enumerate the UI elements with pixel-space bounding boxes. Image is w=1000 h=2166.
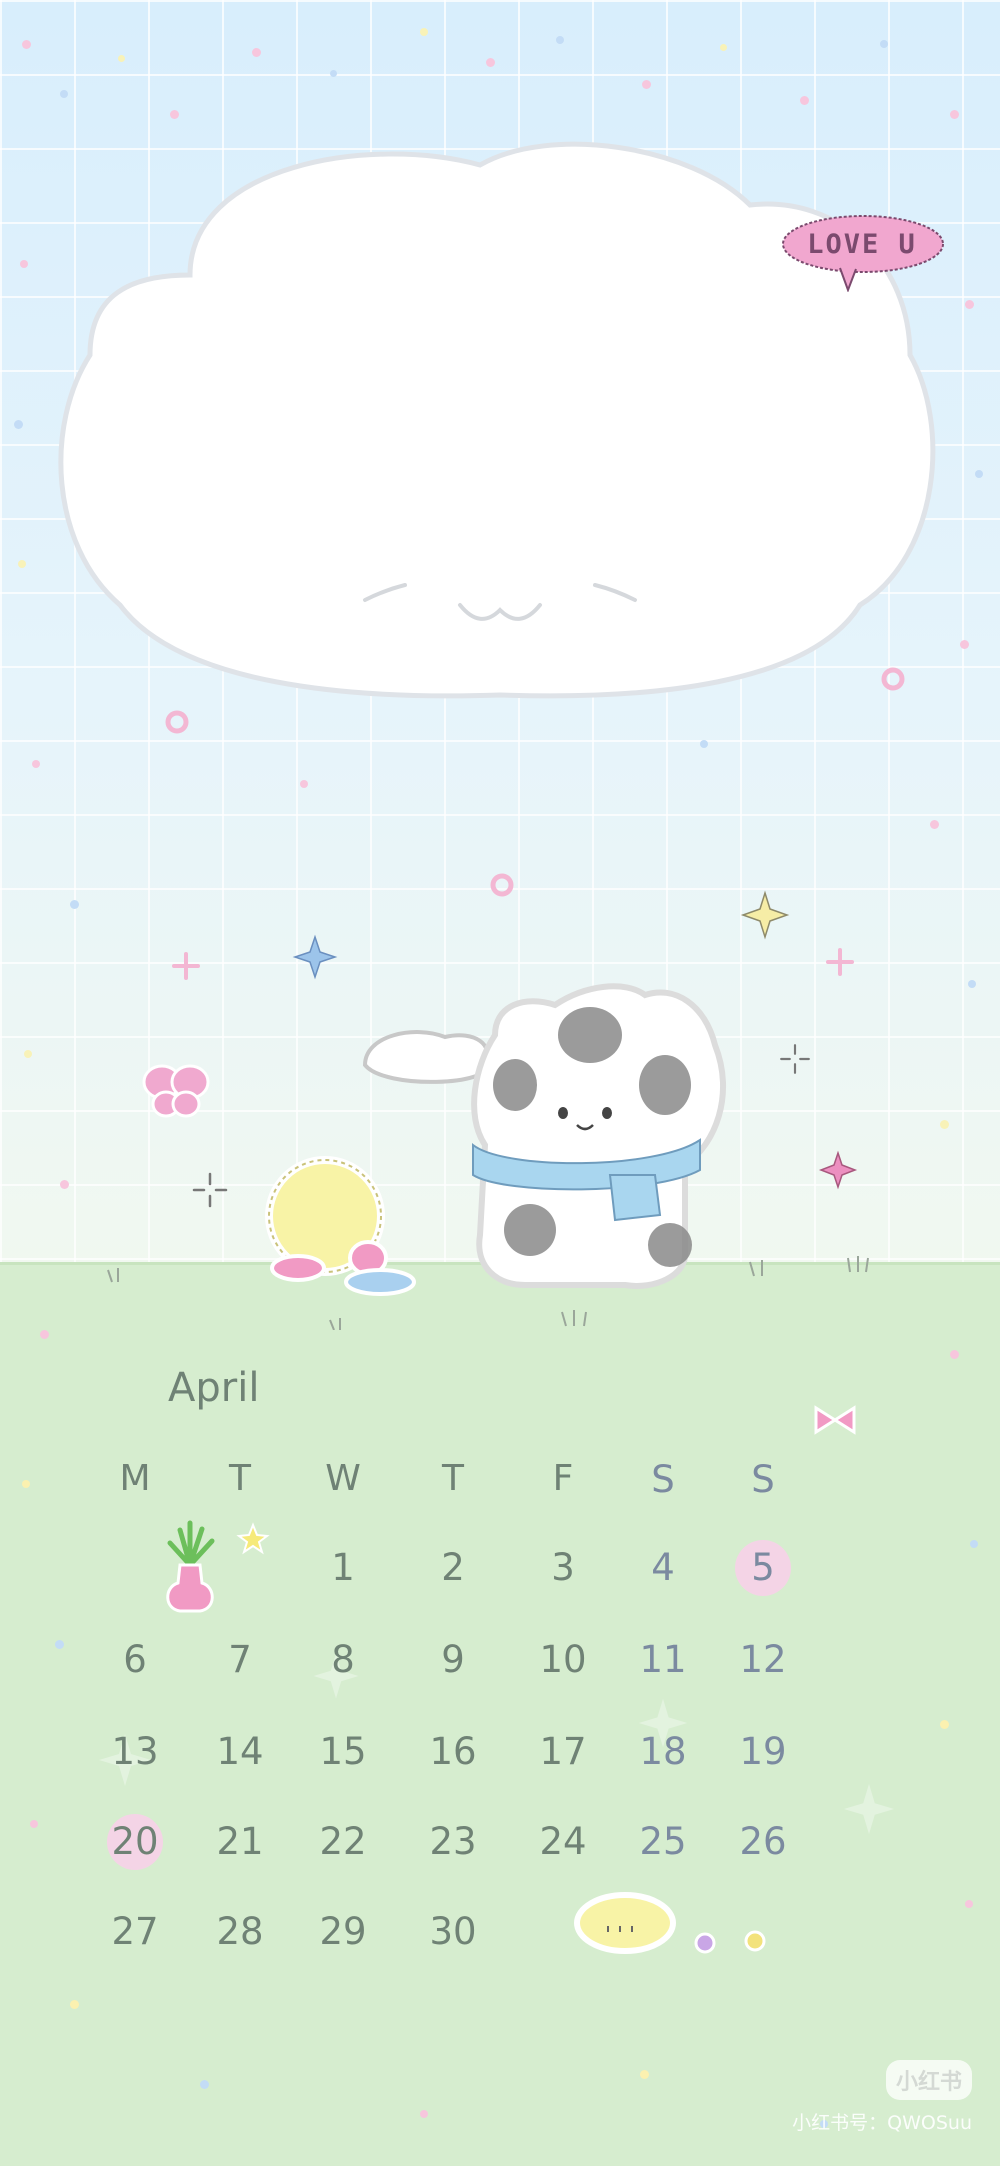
calendar-day[interactable]: 11 [613, 1630, 713, 1690]
calendar-day[interactable]: 21 [190, 1812, 290, 1872]
blue-star-icon [292, 934, 338, 980]
calendar-day[interactable]: 22 [293, 1812, 393, 1872]
calendar-day[interactable]: 25 [613, 1812, 713, 1872]
purple-flower-icon [694, 1932, 716, 1954]
calendar-day[interactable]: 5 [713, 1538, 813, 1598]
weekday-label: T [442, 1458, 464, 1499]
calendar-day[interactable]: 13 [85, 1722, 185, 1782]
weekday-label: S [651, 1458, 675, 1501]
grass-tufts [107, 1256, 869, 1330]
weekday-label: F [552, 1458, 574, 1499]
calendar-day[interactable]: 19 [713, 1722, 813, 1782]
speech-bubble-text: LOVE U [807, 229, 917, 260]
calendar-day[interactable]: 26 [713, 1812, 813, 1872]
watermark-id: 小红书号：QWOSuu [792, 2112, 972, 2134]
calendar-day[interactable]: 2 [403, 1538, 503, 1598]
watermark-logo: 小红书 [885, 2060, 972, 2100]
calendar-day[interactable]: 30 [403, 1902, 503, 1962]
calendar-day[interactable]: 10 [513, 1630, 613, 1690]
calendar-day[interactable]: 20 [85, 1812, 185, 1872]
calendar-day[interactable]: 18 [613, 1722, 713, 1782]
calendar-day[interactable]: 4 [613, 1538, 713, 1598]
yellow-star-icon [740, 890, 790, 940]
weekday-label: S [751, 1458, 775, 1501]
weekday-label: W [325, 1458, 361, 1499]
calendar-month-title: April [168, 1365, 260, 1411]
plant-vase-icon [166, 1520, 215, 1613]
weekday-label: M [119, 1458, 151, 1499]
small-star-icon [236, 1522, 270, 1555]
calendar-day[interactable]: 16 [403, 1722, 503, 1782]
yellow-fluff-icon [574, 1892, 676, 1954]
calendar-day[interactable]: 7 [190, 1630, 290, 1690]
pink-bow-icon [814, 1405, 856, 1435]
calendar-day[interactable]: 12 [713, 1630, 813, 1690]
yellow-flower-icon [744, 1930, 766, 1952]
calendar-day[interactable]: 14 [190, 1722, 290, 1782]
pink-sparkle-icon [826, 948, 854, 976]
calendar-day[interactable]: 15 [293, 1722, 393, 1782]
faint-star-icon [843, 1783, 895, 1835]
sparkle-icon [780, 1044, 810, 1074]
cat-paw-cloud [362, 1030, 490, 1084]
pink-ring-icon [490, 873, 514, 897]
watermark: 小红书 小红书号：QWOSuu [792, 2060, 972, 2135]
calendar-day[interactable]: 24 [513, 1812, 613, 1872]
pink-sparkle-icon [172, 952, 200, 980]
calendar-day[interactable]: 3 [513, 1538, 613, 1598]
calendar-day[interactable]: 9 [403, 1630, 503, 1690]
calendar-day[interactable]: 8 [293, 1630, 393, 1690]
calendar-day[interactable]: 29 [293, 1902, 393, 1962]
pink-ring-icon [165, 710, 189, 734]
calendar-day[interactable]: 6 [85, 1630, 185, 1690]
pink-ring-icon [881, 667, 905, 691]
calendar-day[interactable]: 1 [293, 1538, 393, 1598]
pink-star-icon [818, 1150, 858, 1190]
butterfly-icon [142, 1064, 210, 1118]
sparkle-icon [192, 1172, 228, 1208]
calendar-day[interactable]: 17 [513, 1722, 613, 1782]
weekday-label: T [229, 1458, 251, 1499]
calendar-day[interactable]: 27 [85, 1902, 185, 1962]
calendar-day[interactable]: 23 [403, 1812, 503, 1872]
grass-background [0, 1262, 1000, 2166]
calendar-day[interactable]: 28 [190, 1902, 290, 1962]
